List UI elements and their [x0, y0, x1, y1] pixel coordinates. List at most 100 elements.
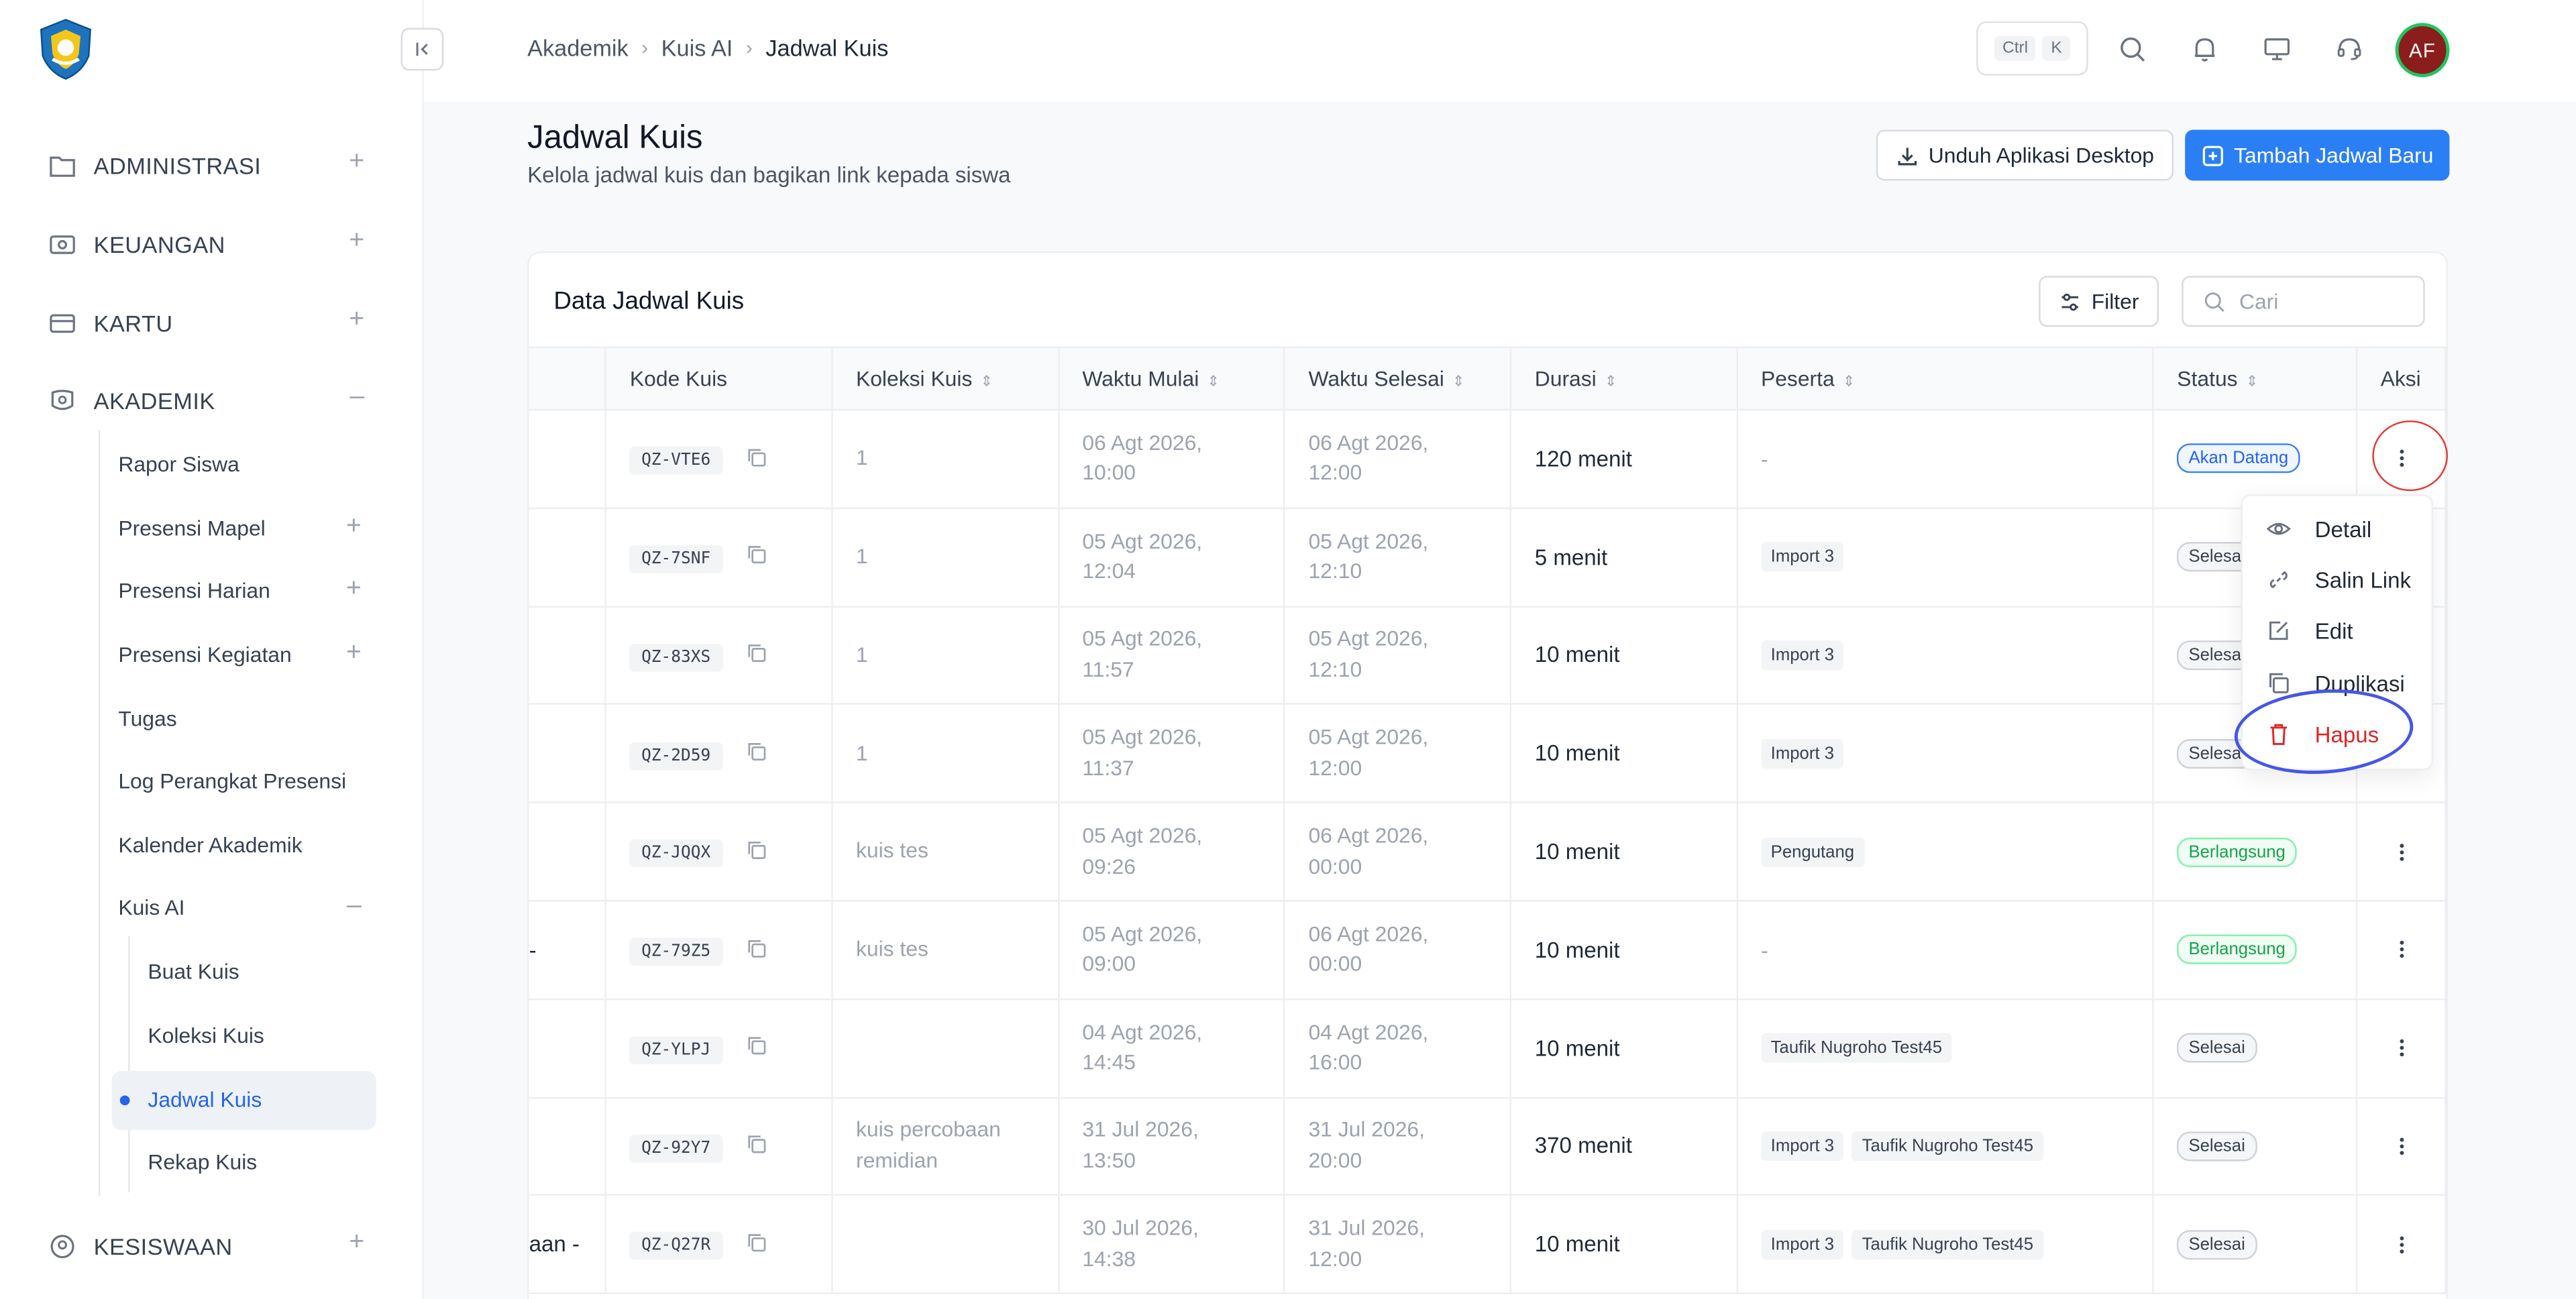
- breadcrumb-current: Jadwal Kuis: [765, 34, 889, 61]
- breadcrumb-akademik[interactable]: Akademik: [527, 34, 629, 60]
- more-vertical-icon[interactable]: [2381, 938, 2445, 961]
- collapse-sidebar-button[interactable]: [400, 27, 444, 71]
- cell-peserta: Import 3: [1737, 606, 2155, 705]
- status-badge: Berlangsung: [2177, 836, 2298, 867]
- cell-durasi: 10 menit: [1511, 1195, 1738, 1295]
- more-vertical-icon[interactable]: [2381, 1135, 2445, 1157]
- command-palette-button[interactable]: Ctrl K: [1976, 21, 2088, 76]
- search-icon[interactable]: [2114, 32, 2151, 68]
- sidebar-item-rapor[interactable]: Rapor Siswa: [118, 445, 374, 482]
- expand-plus-icon[interactable]: +: [346, 575, 362, 604]
- search-input[interactable]: Cari: [2182, 276, 2425, 327]
- sidebar-item-kuis-ai[interactable]: Kuis AI –: [118, 889, 374, 925]
- menu-item-detail[interactable]: Detail: [2265, 511, 2371, 547]
- filter-button[interactable]: Filter: [2039, 276, 2159, 327]
- sidebar-item-label: Rapor Siswa: [118, 451, 239, 475]
- avatar[interactable]: AF: [2395, 23, 2450, 78]
- cell-mulai: 05 Agt 2026, 11:37: [1058, 704, 1286, 804]
- breadcrumb-kuis-ai[interactable]: Kuis AI: [661, 34, 733, 60]
- cell-kode: QZ-2D59: [606, 704, 833, 804]
- more-vertical-icon[interactable]: [2381, 1233, 2445, 1256]
- download-desktop-button[interactable]: Unduh Aplikasi Desktop: [1876, 129, 2174, 181]
- copy-icon[interactable]: [745, 1133, 767, 1160]
- col-header-selesai[interactable]: Waktu Selesai ⇕: [1284, 346, 1512, 411]
- nav-kesiswaan[interactable]: KESISWAAN +: [46, 1227, 375, 1266]
- status-badge: Selesai: [2177, 1033, 2257, 1063]
- col-header-koleksi[interactable]: Koleksi Kuis ⇕: [832, 346, 1060, 411]
- sort-icon: ⇕: [1842, 372, 1856, 390]
- cell-kode: QZ-VTE6: [606, 410, 833, 509]
- sidebar-item-label: Log Perangkat Presensi: [118, 767, 347, 793]
- add-schedule-button[interactable]: Tambah Jadwal Baru: [2185, 129, 2450, 181]
- copy-icon[interactable]: [745, 839, 767, 865]
- school-logo[interactable]: [33, 16, 99, 82]
- cell-status: Selesai: [2153, 1195, 2358, 1295]
- expand-plus-icon[interactable]: +: [349, 1229, 364, 1258]
- sidebar-item-label: Tugas: [118, 705, 177, 730]
- sidebar-item-kalender[interactable]: Kalender Akademik: [118, 826, 374, 862]
- copy-icon[interactable]: [745, 545, 767, 571]
- nav-label: ADMINISTRASI: [93, 152, 262, 179]
- copy-icon[interactable]: [745, 741, 767, 767]
- col-header-status[interactable]: Status ⇕: [2153, 346, 2358, 411]
- sidebar-item-tugas[interactable]: Tugas: [118, 699, 374, 736]
- col-header-durasi[interactable]: Durasi ⇕: [1511, 346, 1738, 411]
- sidebar-item-presensi-mapel[interactable]: Presensi Mapel +: [118, 509, 374, 545]
- sidebar-item-buat-kuis[interactable]: Buat Kuis: [148, 952, 374, 989]
- quiz-code: QZ-VTE6: [629, 447, 722, 475]
- sidebar-item-log-perangkat[interactable]: Log Perangkat Presensi: [118, 762, 374, 798]
- cell-name: -: [529, 901, 607, 1000]
- copy-icon[interactable]: [745, 938, 767, 964]
- monitor-icon[interactable]: [2259, 32, 2295, 68]
- cell-koleksi: 1: [832, 704, 1060, 804]
- card-title: Data Jadwal Kuis: [553, 287, 745, 316]
- participant-tag: Taufik Nugroho Test45: [1851, 1131, 2043, 1162]
- menu-item-edit[interactable]: Edit: [2265, 612, 2353, 648]
- bell-icon[interactable]: [2187, 32, 2223, 68]
- cell-koleksi: [832, 1195, 1060, 1295]
- quiz-code: QZ-83XS: [629, 643, 722, 671]
- menu-item-salin-link[interactable]: Salin Link: [2265, 562, 2411, 598]
- table-row: QZ-92Y7 kuis percobaan remidian 31 Jul 202…: [529, 1097, 2447, 1196]
- col-header-peserta[interactable]: Peserta ⇕: [1737, 346, 2155, 411]
- cell-peserta: Import 3 Taufik Nugroho Test45: [1737, 1195, 2155, 1295]
- expand-plus-icon[interactable]: +: [349, 306, 364, 335]
- copy-icon[interactable]: [745, 1232, 767, 1258]
- expand-plus-icon[interactable]: +: [346, 512, 362, 542]
- headset-support-icon[interactable]: [2331, 32, 2367, 68]
- sidebar-item-label: Presensi Kegiatan: [118, 641, 292, 667]
- collapse-minus-icon[interactable]: –: [350, 383, 364, 412]
- sidebar-item-jadwal-kuis[interactable]: Jadwal Kuis: [148, 1080, 374, 1117]
- col-header-kode: Kode Kuis: [606, 346, 833, 411]
- kbd-k: K: [2043, 36, 2071, 61]
- cell-koleksi: 1: [832, 508, 1060, 608]
- sidebar-item-rekap-kuis[interactable]: Rekap Kuis: [148, 1143, 374, 1180]
- nav-keuangan[interactable]: KEUANGAN +: [46, 225, 375, 265]
- expand-plus-icon[interactable]: +: [349, 148, 364, 177]
- expand-plus-icon[interactable]: +: [349, 227, 364, 256]
- menu-label: Detail: [2314, 516, 2372, 541]
- copy-icon[interactable]: [745, 446, 767, 472]
- more-vertical-icon[interactable]: [2381, 1037, 2445, 1060]
- col-header-mulai[interactable]: Waktu Mulai ⇕: [1058, 346, 1286, 411]
- nav-administrasi[interactable]: ADMINISTRASI +: [46, 146, 375, 186]
- menu-label: Salin Link: [2314, 567, 2412, 592]
- cell-peserta: Taufik Nugroho Test45: [1737, 999, 2155, 1098]
- copy-icon[interactable]: [745, 642, 767, 669]
- cell-koleksi: [832, 999, 1060, 1098]
- expand-plus-icon[interactable]: +: [346, 639, 362, 669]
- sort-icon: ⇕: [1605, 372, 1617, 390]
- cell-status: Akan Datang: [2153, 410, 2358, 509]
- copy-icon[interactable]: [745, 1035, 767, 1062]
- collapse-minus-icon[interactable]: –: [347, 892, 362, 921]
- sidebar-item-koleksi-kuis[interactable]: Koleksi Kuis: [148, 1017, 374, 1053]
- sidebar-item-presensi-harian[interactable]: Presensi Harian +: [118, 571, 374, 608]
- collapse-left-icon: [416, 42, 428, 56]
- sidebar-item-label: Rekap Kuis: [148, 1149, 258, 1174]
- cell-kode: QZ-79Z5: [606, 901, 833, 1000]
- more-vertical-icon[interactable]: [2381, 840, 2445, 863]
- cell-mulai: 05 Agt 2026, 12:04: [1058, 508, 1286, 608]
- nav-akademik[interactable]: AKADEMIK –: [46, 381, 375, 420]
- sidebar-item-presensi-kegiatan[interactable]: Presensi Kegiatan +: [118, 636, 374, 672]
- nav-kartu[interactable]: KARTU +: [46, 304, 375, 343]
